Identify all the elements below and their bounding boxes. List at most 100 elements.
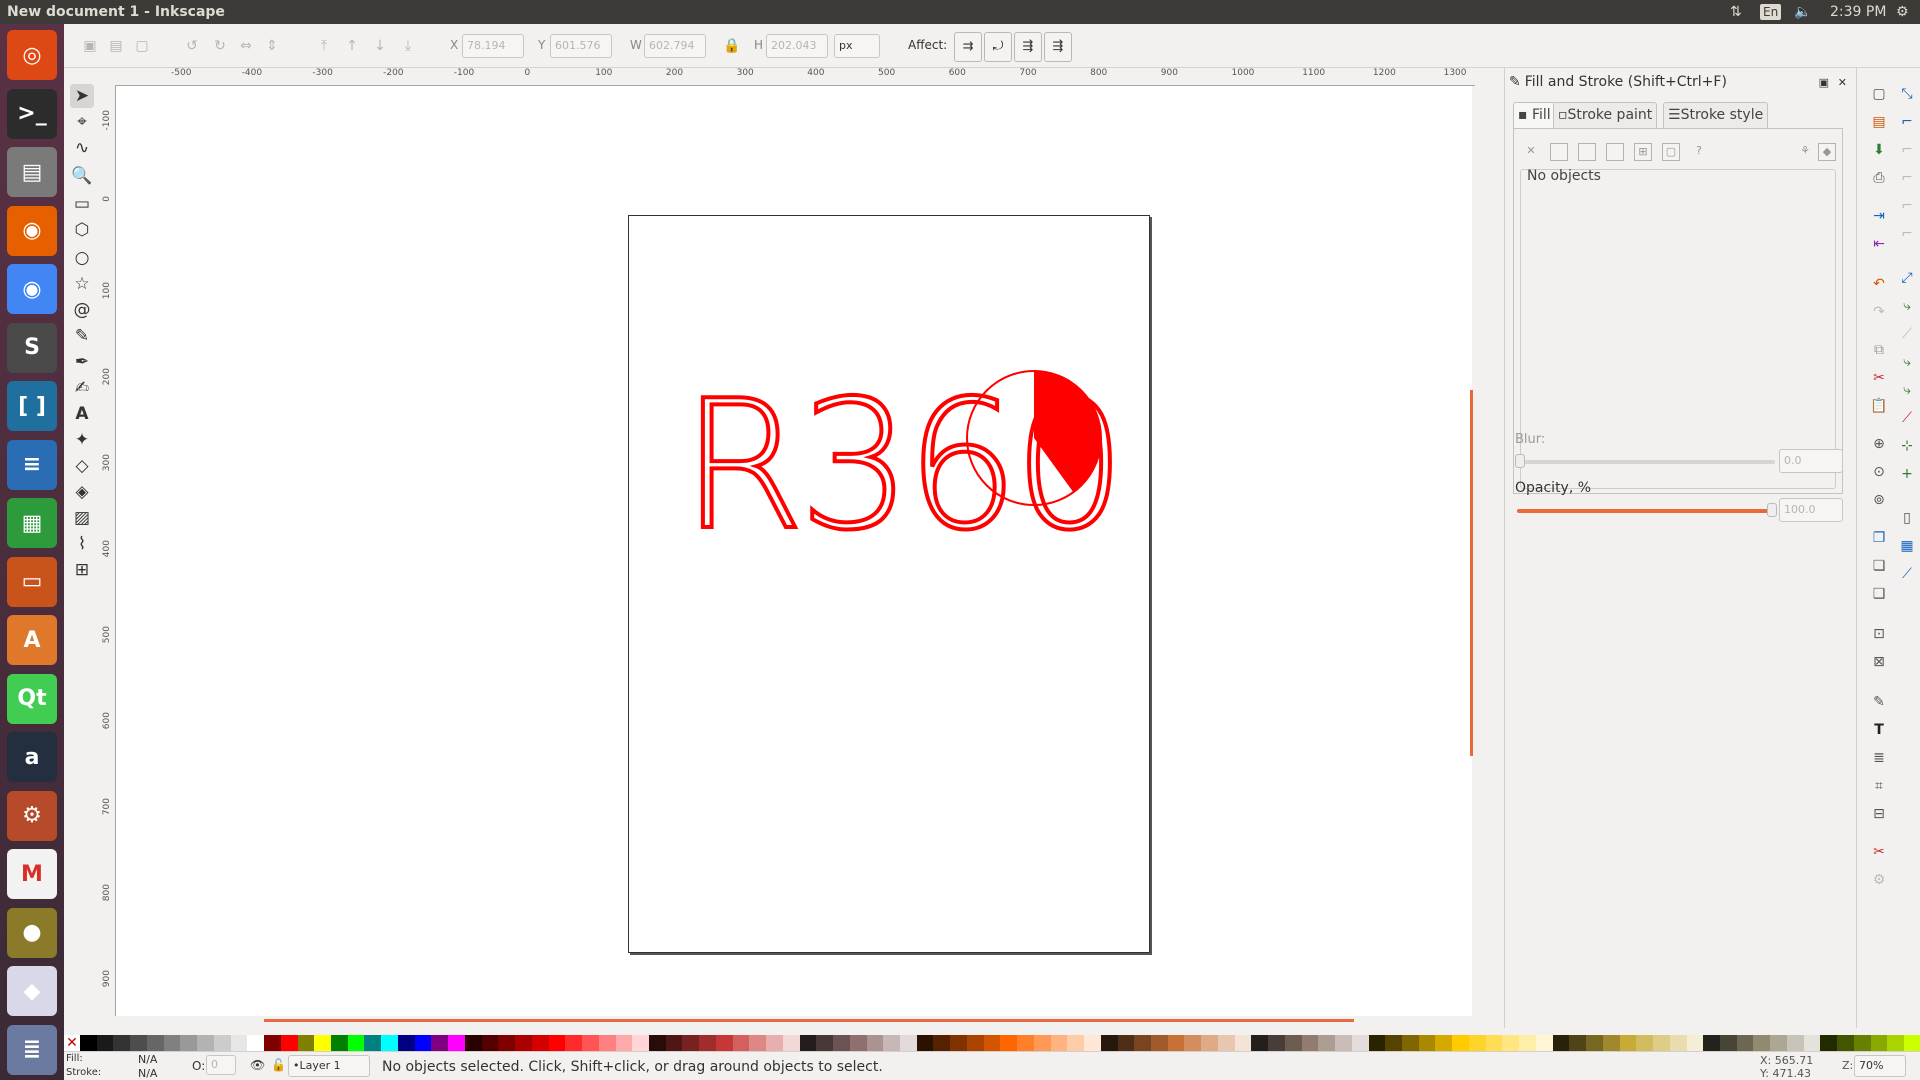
palette-swatch[interactable] bbox=[615, 1035, 633, 1051]
palette-swatch[interactable] bbox=[715, 1035, 733, 1051]
palette-swatch[interactable] bbox=[213, 1035, 231, 1051]
palette-swatch[interactable] bbox=[1067, 1035, 1085, 1051]
layers-dialog-icon[interactable]: ≣ bbox=[1869, 748, 1889, 768]
rotate-cw-icon[interactable]: ↻ bbox=[210, 36, 230, 56]
palette-swatch[interactable] bbox=[498, 1035, 516, 1051]
pattern-icon[interactable]: ⊞ bbox=[1634, 143, 1652, 161]
pencil-tool-icon[interactable]: ✎ bbox=[70, 324, 94, 348]
lock-icon[interactable]: 🔒 bbox=[722, 36, 742, 56]
snap-smooth-icon[interactable]: ⤷ bbox=[1897, 380, 1917, 400]
linear-gradient-icon[interactable] bbox=[1578, 143, 1596, 161]
palette-swatch[interactable] bbox=[331, 1035, 348, 1051]
palette-swatch[interactable] bbox=[1887, 1035, 1905, 1051]
blur-slider[interactable] bbox=[1517, 460, 1775, 464]
palette-swatch[interactable] bbox=[1820, 1035, 1838, 1051]
palette-swatch[interactable] bbox=[1586, 1035, 1603, 1051]
palette-swatch[interactable] bbox=[966, 1035, 984, 1051]
palette-swatch[interactable] bbox=[1234, 1035, 1252, 1051]
terminal-icon[interactable]: >_ bbox=[7, 88, 57, 139]
palette-swatch[interactable] bbox=[833, 1035, 850, 1051]
ellipse-tool-icon[interactable]: ○ bbox=[70, 246, 94, 270]
palette-swatch[interactable] bbox=[782, 1035, 800, 1051]
palette-swatch[interactable] bbox=[632, 1035, 649, 1051]
palette-swatch[interactable] bbox=[1468, 1035, 1486, 1051]
snap-center-icon[interactable]: ⊹ bbox=[1897, 436, 1917, 456]
palette-swatch[interactable] bbox=[1686, 1035, 1704, 1051]
fill-stroke-dialog-icon[interactable]: ✎ bbox=[1869, 692, 1889, 712]
y-input[interactable]: 601.576 bbox=[550, 34, 612, 58]
palette-swatch[interactable] bbox=[264, 1035, 281, 1051]
palette-swatch[interactable] bbox=[1653, 1035, 1670, 1051]
sublime-icon[interactable]: S bbox=[7, 322, 57, 373]
clone-icon[interactable]: ❏ bbox=[1869, 556, 1889, 576]
tweak-tool-icon[interactable]: ∿ bbox=[70, 136, 94, 160]
palette-swatch[interactable] bbox=[582, 1035, 599, 1051]
palette-swatch[interactable] bbox=[1167, 1035, 1185, 1051]
spiral-tool-icon[interactable]: @ bbox=[70, 298, 94, 322]
app-icon[interactable]: ● bbox=[7, 907, 57, 958]
palette-swatch[interactable] bbox=[766, 1035, 783, 1051]
palette-swatch[interactable] bbox=[1535, 1035, 1553, 1051]
blur-input[interactable]: 0.0 bbox=[1779, 449, 1843, 473]
palette-swatch[interactable] bbox=[799, 1035, 817, 1051]
palette-swatch[interactable] bbox=[247, 1035, 265, 1051]
no-paint-icon[interactable]: ✕ bbox=[1522, 143, 1540, 161]
palette-swatch[interactable] bbox=[180, 1035, 198, 1051]
palette-swatch[interactable] bbox=[1017, 1035, 1034, 1051]
clock[interactable]: 2:39 PM bbox=[1830, 0, 1886, 24]
palette-swatch[interactable] bbox=[464, 1035, 482, 1051]
palette-swatch[interactable] bbox=[364, 1035, 382, 1051]
firefox-icon[interactable]: ◉ bbox=[7, 205, 57, 256]
snap-bbox-center-icon[interactable]: ⌐ bbox=[1897, 224, 1917, 244]
palette-swatch[interactable] bbox=[665, 1035, 683, 1051]
copy-icon[interactable]: ⧉ bbox=[1869, 340, 1889, 360]
w-input[interactable]: 602.794 bbox=[644, 34, 706, 58]
palette-swatch[interactable] bbox=[1201, 1035, 1218, 1051]
save-icon[interactable]: ⬇ bbox=[1869, 140, 1889, 160]
palette-swatch[interactable] bbox=[531, 1035, 549, 1051]
palette-swatch[interactable] bbox=[1703, 1035, 1720, 1051]
snap-paths-icon[interactable]: ⤷ bbox=[1897, 296, 1917, 316]
palette-swatch[interactable] bbox=[414, 1035, 432, 1051]
palette-swatch[interactable] bbox=[1853, 1035, 1871, 1051]
stroke-indicator-value[interactable]: N/A bbox=[138, 1067, 157, 1080]
palette-swatch[interactable] bbox=[1786, 1035, 1804, 1051]
ungroup-icon[interactable]: ⊠ bbox=[1869, 652, 1889, 672]
eraser-tool-icon[interactable]: ◇ bbox=[70, 454, 94, 478]
palette-swatch[interactable] bbox=[1519, 1035, 1536, 1051]
snap-bbox-corner-icon[interactable]: ⌐ bbox=[1897, 168, 1917, 188]
palette-swatch[interactable] bbox=[866, 1035, 884, 1051]
print-icon[interactable]: ⎙ bbox=[1869, 168, 1889, 188]
h-input[interactable]: 202.043 bbox=[766, 34, 828, 58]
lower-icon[interactable]: ↓ bbox=[370, 36, 390, 56]
preferences-icon[interactable]: ✂ bbox=[1869, 842, 1889, 862]
palette-swatch[interactable] bbox=[1368, 1035, 1386, 1051]
palette-swatch[interactable] bbox=[230, 1035, 248, 1051]
palette-swatch[interactable] bbox=[1669, 1035, 1687, 1051]
vertical-scrollbar[interactable] bbox=[1470, 390, 1473, 756]
palette-swatch[interactable] bbox=[448, 1035, 465, 1051]
palette-swatch[interactable] bbox=[130, 1035, 147, 1051]
palette-swatch[interactable] bbox=[1184, 1035, 1202, 1051]
raise-to-top-icon[interactable]: ⤒ bbox=[314, 36, 334, 56]
opacity-slider-handle[interactable] bbox=[1767, 503, 1777, 517]
lower-to-bottom-icon[interactable]: ⤓ bbox=[398, 36, 418, 56]
palette-swatch[interactable] bbox=[481, 1035, 499, 1051]
palette-swatch[interactable] bbox=[1100, 1035, 1118, 1051]
amazon-icon[interactable]: a bbox=[7, 732, 57, 782]
undo-icon[interactable]: ↶ bbox=[1869, 274, 1889, 294]
palette-swatch[interactable] bbox=[347, 1035, 365, 1051]
selector-tool-icon[interactable]: ➤ bbox=[70, 84, 94, 108]
palette-swatch[interactable] bbox=[682, 1035, 700, 1051]
tab-stroke-paint[interactable]: ▫Stroke paint bbox=[1553, 102, 1658, 128]
qt-icon[interactable]: Qt bbox=[7, 673, 57, 724]
affect-gradient-button[interactable]: ⇶ bbox=[1014, 32, 1042, 62]
fill-rule-nonzero-icon[interactable]: ◆ bbox=[1818, 143, 1836, 161]
opacity-status-input[interactable]: 0 bbox=[206, 1055, 236, 1075]
impress-icon[interactable]: ▭ bbox=[7, 556, 57, 607]
calc-icon[interactable]: ▦ bbox=[7, 498, 57, 548]
duplicate-icon[interactable]: ❐ bbox=[1869, 528, 1889, 548]
star-tool-icon[interactable]: ☆ bbox=[70, 272, 94, 296]
layer-visibility-icon[interactable]: 👁 bbox=[250, 1058, 265, 1072]
unlink-clone-icon[interactable]: ❑ bbox=[1869, 584, 1889, 604]
